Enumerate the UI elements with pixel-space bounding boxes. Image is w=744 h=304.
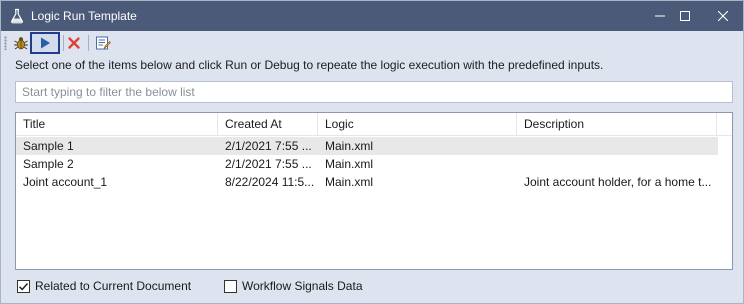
table-row[interactable]: Joint account_1 8/22/2024 11:5... Main.x… xyxy=(16,173,718,191)
logic-run-template-window: Logic Run Template Select one of the ite… xyxy=(0,0,744,304)
toolbar xyxy=(1,31,743,55)
table-row[interactable]: Sample 2 2/1/2021 7:55 ... Main.xml xyxy=(16,155,718,173)
title-bar[interactable]: Logic Run Template xyxy=(1,1,743,31)
cell-created-at: 2/1/2021 7:55 ... xyxy=(225,157,312,171)
cell-title: Joint account_1 xyxy=(23,175,108,189)
cell-description: Joint account holder, for a home t... xyxy=(524,175,712,189)
toolbar-grip[interactable] xyxy=(4,36,7,50)
related-to-document-checkbox[interactable]: Related to Current Document xyxy=(17,278,191,294)
run-button[interactable] xyxy=(30,32,60,54)
maximize-icon xyxy=(680,11,690,21)
cell-created-at: 8/22/2024 11:5... xyxy=(225,175,315,189)
cell-logic: Main.xml xyxy=(325,157,374,171)
list-header: Title Created At Logic Description xyxy=(16,113,732,136)
checkbox-label: Workflow Signals Data xyxy=(242,279,363,293)
close-icon xyxy=(718,11,728,21)
templates-list[interactable]: Title Created At Logic Description Sampl… xyxy=(15,112,733,270)
workflow-signals-checkbox[interactable]: Workflow Signals Data xyxy=(224,278,363,294)
cell-title: Sample 1 xyxy=(23,139,74,153)
cell-description xyxy=(517,155,717,173)
checkbox-box[interactable] xyxy=(224,279,237,293)
cell-title: Sample 2 xyxy=(23,157,74,171)
delete-button[interactable] xyxy=(62,33,86,53)
cell-logic: Main.xml xyxy=(325,175,374,189)
window-title: Logic Run Template xyxy=(31,9,137,23)
close-button[interactable] xyxy=(700,1,744,31)
bug-icon xyxy=(14,37,28,50)
column-header-created-at[interactable]: Created At xyxy=(218,113,318,136)
column-header-title[interactable]: Title xyxy=(16,113,218,136)
column-header-logic[interactable]: Logic xyxy=(318,113,517,136)
play-icon xyxy=(41,37,50,49)
flask-icon xyxy=(9,8,25,24)
checkbox-label: Related to Current Document xyxy=(35,279,192,293)
toolbar-separator xyxy=(88,35,89,51)
cell-logic: Main.xml xyxy=(325,139,374,153)
checkmark-icon xyxy=(19,282,29,291)
table-row[interactable]: Sample 1 2/1/2021 7:55 ... Main.xml xyxy=(16,137,718,155)
delete-x-icon xyxy=(68,37,80,49)
edit-button[interactable] xyxy=(91,33,115,53)
checkbox-box[interactable] xyxy=(17,279,30,293)
column-header-description[interactable]: Description xyxy=(517,113,717,136)
cell-description xyxy=(517,137,717,155)
cell-created-at: 2/1/2021 7:55 ... xyxy=(225,139,312,153)
edit-list-icon xyxy=(96,36,111,50)
filter-input[interactable] xyxy=(15,81,733,103)
instruction-text: Select one of the items below and click … xyxy=(15,58,604,72)
